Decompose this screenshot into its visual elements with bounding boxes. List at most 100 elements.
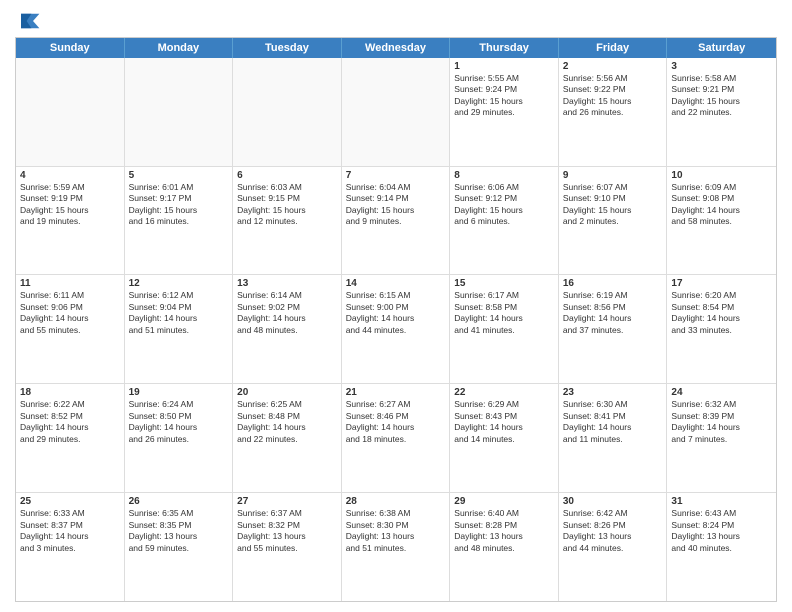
day-number: 30 xyxy=(563,496,663,507)
cell-daylight-info: Sunrise: 6:43 AM Sunset: 8:24 PM Dayligh… xyxy=(671,508,772,554)
cell-daylight-info: Sunrise: 6:01 AM Sunset: 9:17 PM Dayligh… xyxy=(129,182,229,228)
calendar-cell-1-6: 10Sunrise: 6:09 AM Sunset: 9:08 PM Dayli… xyxy=(667,167,776,275)
calendar-cell-0-5: 2Sunrise: 5:56 AM Sunset: 9:22 PM Daylig… xyxy=(559,58,668,166)
header-friday: Friday xyxy=(559,38,668,58)
cell-daylight-info: Sunrise: 6:40 AM Sunset: 8:28 PM Dayligh… xyxy=(454,508,554,554)
cell-daylight-info: Sunrise: 6:03 AM Sunset: 9:15 PM Dayligh… xyxy=(237,182,337,228)
cell-daylight-info: Sunrise: 6:25 AM Sunset: 8:48 PM Dayligh… xyxy=(237,399,337,445)
header-thursday: Thursday xyxy=(450,38,559,58)
calendar-cell-1-5: 9Sunrise: 6:07 AM Sunset: 9:10 PM Daylig… xyxy=(559,167,668,275)
calendar-cell-4-0: 25Sunrise: 6:33 AM Sunset: 8:37 PM Dayli… xyxy=(16,493,125,601)
calendar-cell-0-6: 3Sunrise: 5:58 AM Sunset: 9:21 PM Daylig… xyxy=(667,58,776,166)
day-number: 5 xyxy=(129,170,229,181)
calendar-cell-2-1: 12Sunrise: 6:12 AM Sunset: 9:04 PM Dayli… xyxy=(125,275,234,383)
day-number: 20 xyxy=(237,387,337,398)
calendar-row-2: 11Sunrise: 6:11 AM Sunset: 9:06 PM Dayli… xyxy=(16,275,776,384)
day-number: 6 xyxy=(237,170,337,181)
day-number: 7 xyxy=(346,170,446,181)
calendar-cell-2-2: 13Sunrise: 6:14 AM Sunset: 9:02 PM Dayli… xyxy=(233,275,342,383)
cell-daylight-info: Sunrise: 6:11 AM Sunset: 9:06 PM Dayligh… xyxy=(20,290,120,336)
day-number: 19 xyxy=(129,387,229,398)
day-number: 3 xyxy=(671,61,772,72)
header-wednesday: Wednesday xyxy=(342,38,451,58)
cell-daylight-info: Sunrise: 6:27 AM Sunset: 8:46 PM Dayligh… xyxy=(346,399,446,445)
header-tuesday: Tuesday xyxy=(233,38,342,58)
day-number: 2 xyxy=(563,61,663,72)
day-number: 4 xyxy=(20,170,120,181)
calendar-body: 1Sunrise: 5:55 AM Sunset: 9:24 PM Daylig… xyxy=(16,58,776,601)
day-number: 9 xyxy=(563,170,663,181)
cell-daylight-info: Sunrise: 6:19 AM Sunset: 8:56 PM Dayligh… xyxy=(563,290,663,336)
day-number: 31 xyxy=(671,496,772,507)
calendar-cell-3-2: 20Sunrise: 6:25 AM Sunset: 8:48 PM Dayli… xyxy=(233,384,342,492)
header-sunday: Sunday xyxy=(16,38,125,58)
day-number: 29 xyxy=(454,496,554,507)
cell-daylight-info: Sunrise: 6:20 AM Sunset: 8:54 PM Dayligh… xyxy=(671,290,772,336)
calendar-cell-0-4: 1Sunrise: 5:55 AM Sunset: 9:24 PM Daylig… xyxy=(450,58,559,166)
cell-daylight-info: Sunrise: 6:42 AM Sunset: 8:26 PM Dayligh… xyxy=(563,508,663,554)
calendar-cell-3-5: 23Sunrise: 6:30 AM Sunset: 8:41 PM Dayli… xyxy=(559,384,668,492)
page-header xyxy=(15,10,777,31)
calendar-cell-4-2: 27Sunrise: 6:37 AM Sunset: 8:32 PM Dayli… xyxy=(233,493,342,601)
day-number: 14 xyxy=(346,278,446,289)
calendar-cell-1-3: 7Sunrise: 6:04 AM Sunset: 9:14 PM Daylig… xyxy=(342,167,451,275)
calendar-cell-0-1 xyxy=(125,58,234,166)
day-number: 10 xyxy=(671,170,772,181)
calendar-row-1: 4Sunrise: 5:59 AM Sunset: 9:19 PM Daylig… xyxy=(16,167,776,276)
day-number: 16 xyxy=(563,278,663,289)
day-number: 27 xyxy=(237,496,337,507)
cell-daylight-info: Sunrise: 6:30 AM Sunset: 8:41 PM Dayligh… xyxy=(563,399,663,445)
calendar-cell-4-5: 30Sunrise: 6:42 AM Sunset: 8:26 PM Dayli… xyxy=(559,493,668,601)
calendar-cell-3-3: 21Sunrise: 6:27 AM Sunset: 8:46 PM Dayli… xyxy=(342,384,451,492)
cell-daylight-info: Sunrise: 6:35 AM Sunset: 8:35 PM Dayligh… xyxy=(129,508,229,554)
cell-daylight-info: Sunrise: 6:33 AM Sunset: 8:37 PM Dayligh… xyxy=(20,508,120,554)
header-monday: Monday xyxy=(125,38,234,58)
cell-daylight-info: Sunrise: 6:29 AM Sunset: 8:43 PM Dayligh… xyxy=(454,399,554,445)
day-number: 21 xyxy=(346,387,446,398)
day-number: 15 xyxy=(454,278,554,289)
cell-daylight-info: Sunrise: 6:06 AM Sunset: 9:12 PM Dayligh… xyxy=(454,182,554,228)
header-saturday: Saturday xyxy=(667,38,776,58)
cell-daylight-info: Sunrise: 5:59 AM Sunset: 9:19 PM Dayligh… xyxy=(20,182,120,228)
calendar-cell-3-6: 24Sunrise: 6:32 AM Sunset: 8:39 PM Dayli… xyxy=(667,384,776,492)
cell-daylight-info: Sunrise: 6:07 AM Sunset: 9:10 PM Dayligh… xyxy=(563,182,663,228)
cell-daylight-info: Sunrise: 6:24 AM Sunset: 8:50 PM Dayligh… xyxy=(129,399,229,445)
calendar-cell-4-4: 29Sunrise: 6:40 AM Sunset: 8:28 PM Dayli… xyxy=(450,493,559,601)
calendar-cell-4-3: 28Sunrise: 6:38 AM Sunset: 8:30 PM Dayli… xyxy=(342,493,451,601)
calendar-row-0: 1Sunrise: 5:55 AM Sunset: 9:24 PM Daylig… xyxy=(16,58,776,167)
cell-daylight-info: Sunrise: 5:56 AM Sunset: 9:22 PM Dayligh… xyxy=(563,73,663,119)
calendar-cell-1-1: 5Sunrise: 6:01 AM Sunset: 9:17 PM Daylig… xyxy=(125,167,234,275)
calendar-cell-2-3: 14Sunrise: 6:15 AM Sunset: 9:00 PM Dayli… xyxy=(342,275,451,383)
calendar-cell-4-6: 31Sunrise: 6:43 AM Sunset: 8:24 PM Dayli… xyxy=(667,493,776,601)
calendar-cell-3-4: 22Sunrise: 6:29 AM Sunset: 8:43 PM Dayli… xyxy=(450,384,559,492)
calendar-cell-2-0: 11Sunrise: 6:11 AM Sunset: 9:06 PM Dayli… xyxy=(16,275,125,383)
calendar-header: SundayMondayTuesdayWednesdayThursdayFrid… xyxy=(16,38,776,58)
calendar-cell-4-1: 26Sunrise: 6:35 AM Sunset: 8:35 PM Dayli… xyxy=(125,493,234,601)
calendar-cell-0-3 xyxy=(342,58,451,166)
cell-daylight-info: Sunrise: 6:32 AM Sunset: 8:39 PM Dayligh… xyxy=(671,399,772,445)
calendar-cell-3-1: 19Sunrise: 6:24 AM Sunset: 8:50 PM Dayli… xyxy=(125,384,234,492)
cell-daylight-info: Sunrise: 6:09 AM Sunset: 9:08 PM Dayligh… xyxy=(671,182,772,228)
calendar-cell-1-2: 6Sunrise: 6:03 AM Sunset: 9:15 PM Daylig… xyxy=(233,167,342,275)
day-number: 28 xyxy=(346,496,446,507)
day-number: 18 xyxy=(20,387,120,398)
calendar-cell-2-5: 16Sunrise: 6:19 AM Sunset: 8:56 PM Dayli… xyxy=(559,275,668,383)
cell-daylight-info: Sunrise: 6:38 AM Sunset: 8:30 PM Dayligh… xyxy=(346,508,446,554)
cell-daylight-info: Sunrise: 6:22 AM Sunset: 8:52 PM Dayligh… xyxy=(20,399,120,445)
calendar-cell-2-6: 17Sunrise: 6:20 AM Sunset: 8:54 PM Dayli… xyxy=(667,275,776,383)
day-number: 1 xyxy=(454,61,554,72)
cell-daylight-info: Sunrise: 6:37 AM Sunset: 8:32 PM Dayligh… xyxy=(237,508,337,554)
calendar-row-4: 25Sunrise: 6:33 AM Sunset: 8:37 PM Dayli… xyxy=(16,493,776,601)
cell-daylight-info: Sunrise: 5:55 AM Sunset: 9:24 PM Dayligh… xyxy=(454,73,554,119)
calendar-row-3: 18Sunrise: 6:22 AM Sunset: 8:52 PM Dayli… xyxy=(16,384,776,493)
day-number: 23 xyxy=(563,387,663,398)
cell-daylight-info: Sunrise: 5:58 AM Sunset: 9:21 PM Dayligh… xyxy=(671,73,772,119)
calendar-cell-1-0: 4Sunrise: 5:59 AM Sunset: 9:19 PM Daylig… xyxy=(16,167,125,275)
day-number: 22 xyxy=(454,387,554,398)
day-number: 8 xyxy=(454,170,554,181)
cell-daylight-info: Sunrise: 6:17 AM Sunset: 8:58 PM Dayligh… xyxy=(454,290,554,336)
cell-daylight-info: Sunrise: 6:15 AM Sunset: 9:00 PM Dayligh… xyxy=(346,290,446,336)
calendar-cell-0-0 xyxy=(16,58,125,166)
day-number: 12 xyxy=(129,278,229,289)
cell-daylight-info: Sunrise: 6:04 AM Sunset: 9:14 PM Dayligh… xyxy=(346,182,446,228)
